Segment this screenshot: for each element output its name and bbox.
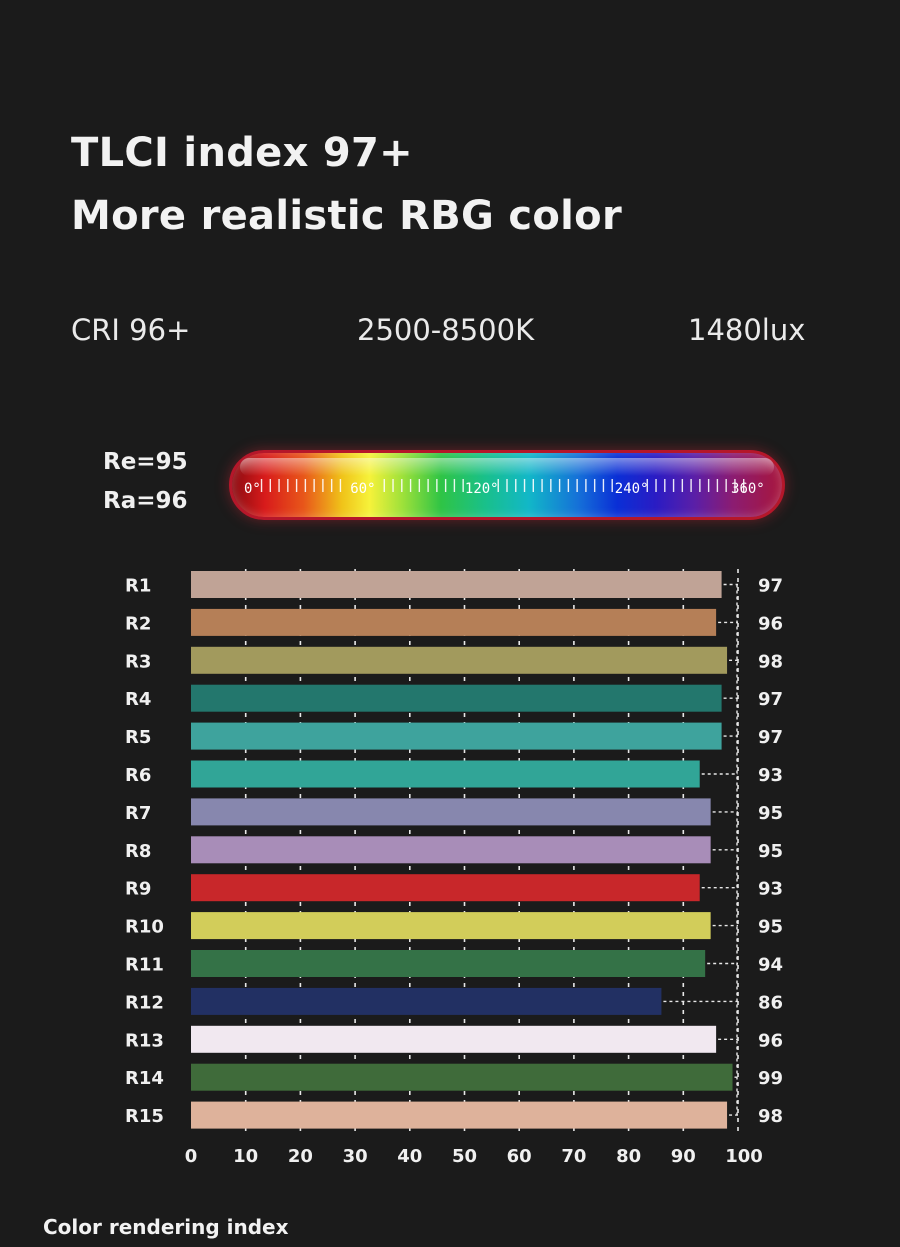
- bar-r12: [191, 987, 662, 1015]
- bar-r8: [191, 836, 711, 864]
- category-label: R6: [125, 765, 151, 786]
- x-tick-label: 80: [616, 1146, 641, 1167]
- bar-r9: [191, 874, 700, 902]
- category-label: R12: [125, 992, 164, 1013]
- value-label: 96: [758, 1030, 783, 1051]
- category-label: R3: [125, 651, 151, 672]
- value-label: 98: [758, 1106, 783, 1127]
- bar-r5: [191, 722, 722, 750]
- category-label: R2: [125, 613, 151, 634]
- value-label: 95: [758, 803, 783, 824]
- bar-r4: [191, 684, 722, 712]
- category-label: R11: [125, 955, 164, 976]
- x-tick-label: 10: [233, 1146, 258, 1167]
- value-label: 93: [758, 765, 783, 786]
- bar-r2: [191, 608, 717, 636]
- category-label: R9: [125, 879, 151, 900]
- x-tick-label: 50: [452, 1146, 477, 1167]
- category-label: R7: [125, 803, 151, 824]
- chart-caption: Color rendering index: [43, 1215, 289, 1239]
- bar-r1: [191, 571, 722, 598]
- bar-r15: [191, 1101, 728, 1129]
- category-label: R13: [125, 1030, 164, 1051]
- category-label: R10: [125, 917, 164, 938]
- x-tick-label: 70: [561, 1146, 586, 1167]
- value-label: 93: [758, 879, 783, 900]
- value-label: 97: [758, 576, 783, 597]
- cri-bar-chart: R1 97 R2 96 R3 98 R4 97 R5 97 R6 93 R7 95 R8 95 R9 93 R10 9…: [125, 569, 783, 1167]
- x-tick-label: 20: [288, 1146, 313, 1167]
- category-label: R14: [125, 1068, 164, 1089]
- x-tick-label: 100: [725, 1146, 763, 1167]
- category-label: R1: [125, 576, 151, 597]
- x-tick-label: 30: [343, 1146, 368, 1167]
- bar-r3: [191, 646, 728, 674]
- bar-r13: [191, 1025, 717, 1053]
- category-label: R5: [125, 727, 151, 748]
- category-label: R8: [125, 841, 151, 862]
- value-label: 95: [758, 917, 783, 938]
- category-label: R4: [125, 689, 151, 710]
- value-label: 99: [758, 1068, 783, 1089]
- bar-r6: [191, 760, 700, 788]
- x-tick-label: 0: [185, 1146, 198, 1167]
- value-label: 98: [758, 651, 783, 672]
- bar-r14: [191, 1063, 733, 1091]
- category-label: R15: [125, 1106, 164, 1127]
- x-tick-label: 90: [671, 1146, 696, 1167]
- value-label: 97: [758, 689, 783, 710]
- bar-r7: [191, 798, 711, 826]
- value-label: 96: [758, 613, 783, 634]
- value-label: 94: [758, 955, 783, 976]
- value-label: 95: [758, 841, 783, 862]
- bar-r10: [191, 912, 711, 940]
- x-tick-label: 40: [397, 1146, 422, 1167]
- value-label: 86: [758, 992, 783, 1013]
- bar-r11: [191, 950, 706, 977]
- x-tick-label: 60: [507, 1146, 532, 1167]
- value-label: 97: [758, 727, 783, 748]
